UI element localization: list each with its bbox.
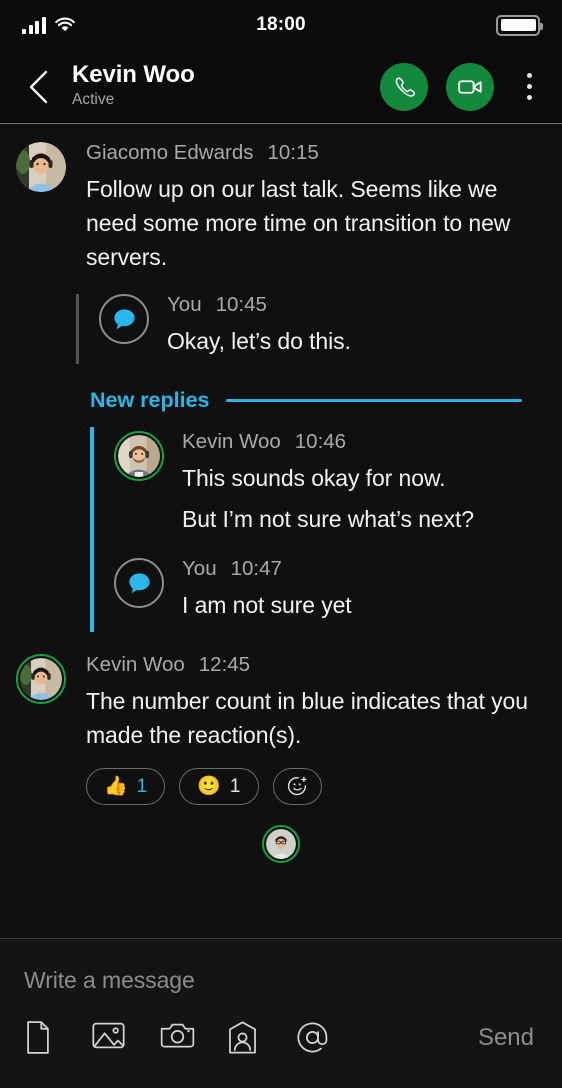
header-contact-info[interactable]: Kevin Woo Active xyxy=(72,61,380,110)
avatar-kevin-woo-alt[interactable] xyxy=(16,654,66,705)
avatar-giacomo-edwards[interactable] xyxy=(16,142,66,192)
message-meta: Kevin Woo 10:46 xyxy=(182,431,562,454)
chevron-left-icon xyxy=(29,70,48,103)
avatar-you-speech-bubble[interactable] xyxy=(114,558,164,609)
thread-new-replies[interactable]: Kevin Woo 10:46 This sounds okay for now… xyxy=(90,427,562,633)
phone-icon xyxy=(395,77,415,97)
more-options-button[interactable] xyxy=(514,65,544,109)
message-meta: Kevin Woo 12:45 xyxy=(86,653,546,677)
avatar-image xyxy=(16,142,66,192)
message-author: You xyxy=(167,293,202,317)
chat-screen: 18:00 Kevin Woo Active Giacomo Edwards 1… xyxy=(0,0,562,1088)
thumbs-up-icon: 👍 xyxy=(104,776,128,798)
message-body: Kevin Woo 12:45 The number count in blue… xyxy=(66,653,546,806)
contact-icon[interactable] xyxy=(228,1021,262,1055)
status-bar-clock: 18:00 xyxy=(256,14,306,35)
new-replies-line xyxy=(225,399,522,403)
add-reaction-icon xyxy=(287,776,307,796)
avatar-you-speech-bubble[interactable] xyxy=(99,294,149,345)
message-body: You 10:45 Okay, let’s do this. xyxy=(149,294,562,358)
message-text: The number count in blue indicates that … xyxy=(86,687,528,748)
header-actions xyxy=(380,62,544,111)
attach-file-icon[interactable] xyxy=(24,1021,58,1055)
message-meta: You 10:47 xyxy=(182,558,562,581)
speech-bubble-icon xyxy=(128,573,150,593)
message-time: 10:15 xyxy=(267,141,319,164)
read-receipt-avatar[interactable] xyxy=(262,825,300,864)
message-author: Giacomo Edwards xyxy=(86,141,254,164)
message-author: Kevin Woo xyxy=(182,430,281,454)
message-reply[interactable]: Kevin Woo 10:46 This sounds okay for now… xyxy=(114,431,562,536)
new-replies-label: New replies xyxy=(90,388,210,413)
avatar-kevin-woo[interactable] xyxy=(114,431,164,482)
message-composer: Write a message Send xyxy=(0,938,562,1088)
message-line: This sounds okay for now. xyxy=(182,464,446,491)
message-root[interactable]: Giacomo Edwards 10:15 Follow up on our l… xyxy=(0,141,562,274)
reaction-count: 1 xyxy=(136,776,148,798)
voice-call-button[interactable] xyxy=(380,62,428,111)
avatar-image xyxy=(266,829,296,860)
battery-full-icon xyxy=(496,14,543,36)
message-meta: Giacomo Edwards 10:15 xyxy=(86,141,546,165)
attach-image-icon[interactable] xyxy=(92,1021,126,1055)
message-meta: You 10:45 xyxy=(167,294,562,317)
reaction-thumbs-up[interactable]: 👍 1 xyxy=(86,768,166,806)
back-button[interactable] xyxy=(22,67,56,107)
message-body: Giacomo Edwards 10:15 Follow up on our l… xyxy=(66,141,546,274)
message-body: Kevin Woo 10:46 This sounds okay for now… xyxy=(164,431,562,536)
avatar-image xyxy=(118,435,160,478)
camera-icon[interactable] xyxy=(160,1021,195,1055)
message-text: Follow up on our last talk. Seems like w… xyxy=(86,175,511,271)
message-time: 10:47 xyxy=(230,557,282,581)
message-author: Kevin Woo xyxy=(86,653,185,677)
message-line: But I’m not sure what’s next? xyxy=(182,505,474,532)
presence-status: Active xyxy=(72,90,115,108)
speech-bubble-icon xyxy=(113,309,135,330)
send-button[interactable]: Send xyxy=(478,1024,538,1052)
message-text: Okay, let’s do this. xyxy=(167,327,351,354)
mention-icon[interactable] xyxy=(296,1021,330,1055)
message-last[interactable]: Kevin Woo 12:45 The number count in blue… xyxy=(0,653,562,806)
video-camera-icon xyxy=(457,79,482,94)
message-author: You xyxy=(182,557,217,581)
message-input[interactable]: Write a message xyxy=(24,969,538,992)
read-receipt-row xyxy=(0,825,562,864)
message-time: 12:45 xyxy=(198,653,251,677)
avatar-image xyxy=(20,658,62,701)
message-reply[interactable]: You 10:47 I am not sure yet xyxy=(114,558,562,622)
message-text: I am not sure yet xyxy=(182,588,562,622)
reaction-smiley[interactable]: 🙂 1 xyxy=(179,768,259,806)
reaction-count: 1 xyxy=(229,776,241,798)
message-time: 10:45 xyxy=(215,293,267,317)
chat-header: Kevin Woo Active xyxy=(0,50,562,124)
status-bar: 18:00 xyxy=(0,0,562,50)
video-call-button[interactable] xyxy=(446,62,494,111)
contact-name: Kevin Woo xyxy=(72,61,195,89)
new-replies-divider: New replies xyxy=(90,388,522,413)
add-reaction-button[interactable] xyxy=(272,768,322,806)
reaction-bar: 👍 1 🙂 1 xyxy=(86,768,546,806)
message-text: This sounds okay for now. But I’m not su… xyxy=(182,461,562,537)
status-bar-right xyxy=(496,14,543,36)
message-list[interactable]: Giacomo Edwards 10:15 Follow up on our l… xyxy=(0,124,562,938)
message-line: I am not sure yet xyxy=(182,591,352,618)
message-time: 10:46 xyxy=(294,430,347,454)
composer-toolbar: Send xyxy=(24,1021,538,1055)
kebab-menu-icon xyxy=(526,73,532,78)
smiley-icon: 🙂 xyxy=(197,776,221,798)
message-body: You 10:47 I am not sure yet xyxy=(164,558,562,622)
thread-previous-replies[interactable]: You 10:45 Okay, let’s do this. xyxy=(76,294,562,365)
